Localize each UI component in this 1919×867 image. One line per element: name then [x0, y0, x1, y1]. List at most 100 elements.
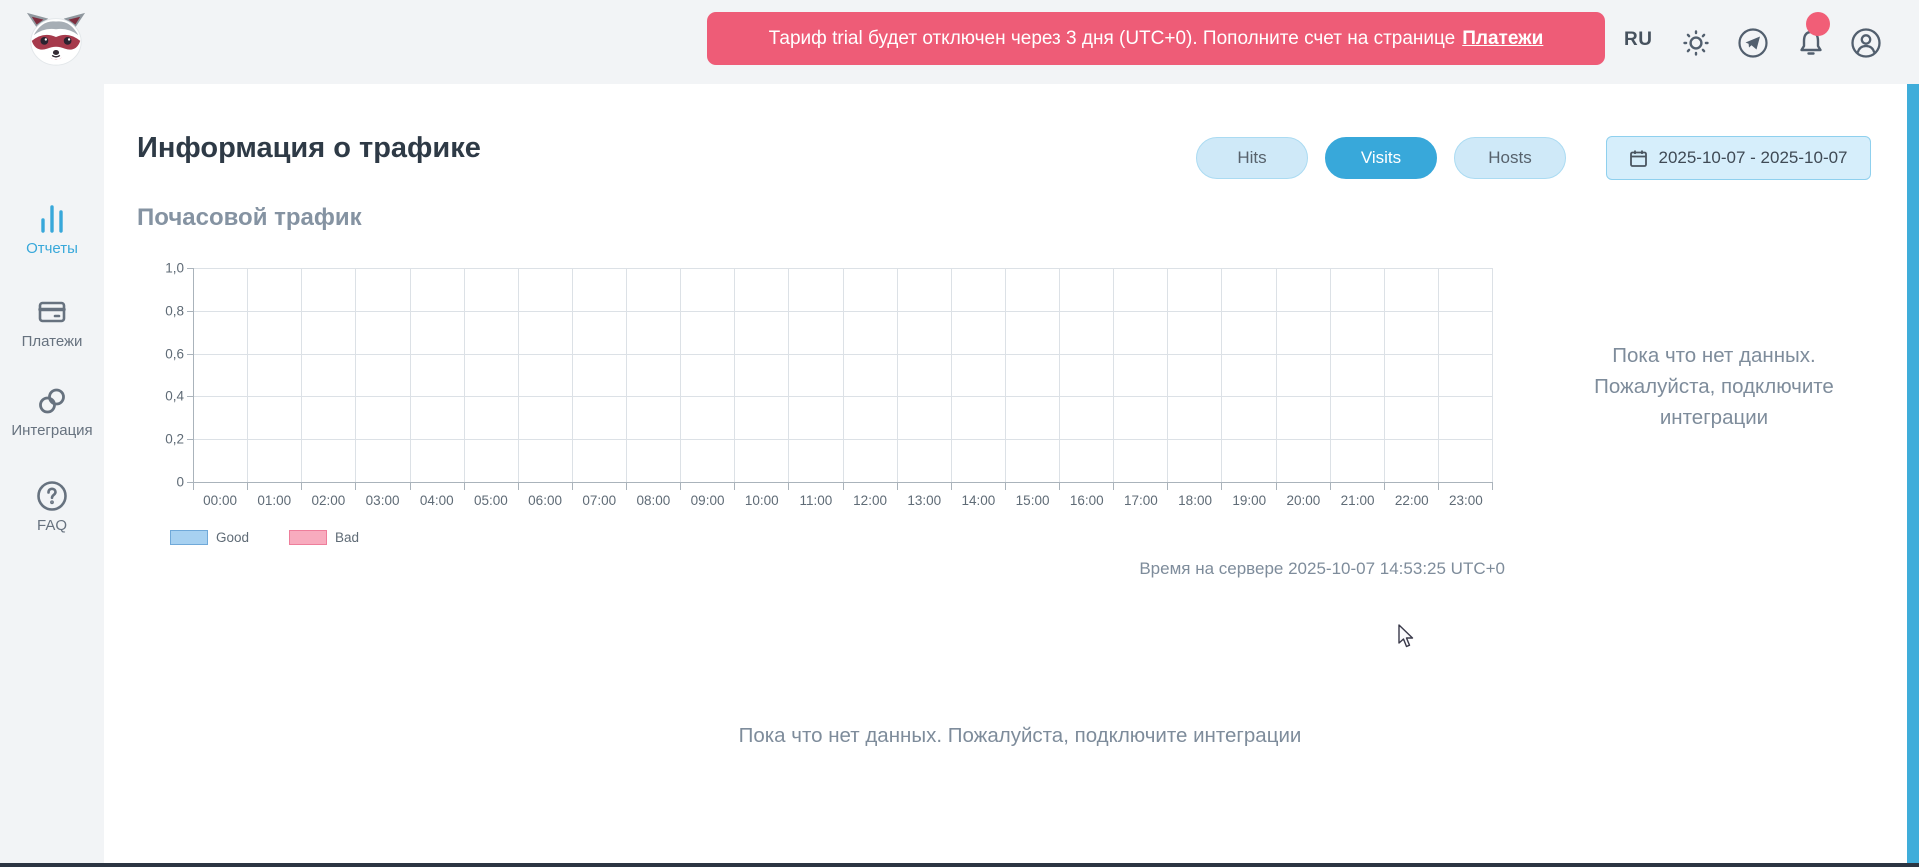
grid-cell [194, 396, 248, 439]
x-axis-tick [194, 483, 248, 490]
grid-cell [1439, 439, 1493, 482]
grid-cell [1006, 396, 1060, 439]
grid-cell [844, 439, 898, 482]
grid-cell [789, 354, 843, 397]
grid-cell [735, 268, 789, 311]
grid-cell [1168, 268, 1222, 311]
grid-cell [1114, 311, 1168, 354]
x-axis-tick [519, 483, 573, 490]
x-axis-label: 19:00 [1222, 493, 1276, 508]
question-icon [35, 479, 69, 513]
tab-visits[interactable]: Visits [1325, 137, 1437, 179]
x-axis-tick [789, 483, 843, 490]
grid-cell [519, 439, 573, 482]
sidebar-item-reports[interactable]: Отчеты [0, 202, 104, 257]
grid-cell [194, 268, 248, 311]
grid-cell [952, 354, 1006, 397]
grid-cell [1168, 354, 1222, 397]
tab-hosts[interactable]: Hosts [1454, 137, 1566, 179]
x-axis-label: 09:00 [681, 493, 735, 508]
grid-cell [1114, 268, 1168, 311]
grid-cell [1168, 439, 1222, 482]
grid-cell [411, 311, 465, 354]
profile-icon[interactable] [1848, 25, 1884, 61]
legend-item-good[interactable]: Good [170, 530, 249, 545]
grid-cell [1222, 311, 1276, 354]
grid-cell [952, 396, 1006, 439]
telegram-icon[interactable] [1735, 25, 1771, 61]
grid-cell [411, 354, 465, 397]
y-axis-tick [187, 439, 194, 440]
x-axis-label: 22:00 [1385, 493, 1439, 508]
legend-item-bad[interactable]: Bad [289, 530, 359, 545]
grid-cell [789, 311, 843, 354]
language-selector[interactable]: RU [1624, 29, 1652, 51]
x-axis-ticks [193, 483, 1493, 490]
page-title: Информация о трафике [137, 132, 481, 165]
legend-label: Good [216, 530, 249, 545]
hourly-traffic-chart: 1,00,80,60,40,20 00:0001:0002:0003:0004:… [193, 268, 1493, 483]
x-axis-label: 04:00 [410, 493, 464, 508]
theme-sun-icon[interactable] [1678, 25, 1714, 61]
main-content: Информация о трафике Hits Visits Hosts 2… [104, 84, 1907, 863]
date-range-picker[interactable]: 2025-10-07 - 2025-10-07 [1606, 136, 1871, 180]
x-axis-tick [1277, 483, 1331, 490]
tab-hits[interactable]: Hits [1196, 137, 1308, 179]
logo-raccoon-icon[interactable] [25, 9, 87, 67]
grid-cell [1385, 396, 1439, 439]
grid-cell [1277, 439, 1331, 482]
sidebar-item-label: Интеграция [0, 422, 104, 439]
x-axis-label: 03:00 [356, 493, 410, 508]
chart-title: Почасовой трафик [137, 204, 362, 232]
x-axis-label: 21:00 [1331, 493, 1385, 508]
bar-chart-icon [35, 202, 69, 236]
grid-cell [356, 268, 410, 311]
grid-cell [411, 396, 465, 439]
x-axis-label: 20:00 [1276, 493, 1330, 508]
link-icon [35, 384, 69, 418]
x-axis-tick [1006, 483, 1060, 490]
y-axis-label: 0 [176, 475, 184, 490]
legend-swatch-bad [289, 530, 327, 545]
x-axis-label: 01:00 [247, 493, 301, 508]
x-axis-tick [844, 483, 898, 490]
grid-cell [1331, 311, 1385, 354]
x-axis-label: 23:00 [1439, 493, 1493, 508]
y-axis-label: 0,8 [165, 303, 184, 318]
grid-cell [465, 311, 519, 354]
window-bottom-edge [0, 863, 1919, 867]
scrollbar[interactable] [1907, 84, 1919, 863]
grid-cell [1439, 354, 1493, 397]
x-axis-labels: 00:0001:0002:0003:0004:0005:0006:0007:00… [193, 493, 1493, 508]
sidebar-item-payments[interactable]: Платежи [0, 295, 104, 350]
grid-cell [627, 311, 681, 354]
legend-label: Bad [335, 530, 359, 545]
y-axis-label: 1,0 [165, 261, 184, 276]
x-axis-tick [411, 483, 465, 490]
grid-cell [844, 354, 898, 397]
x-axis-tick [248, 483, 302, 490]
grid-cell [1222, 396, 1276, 439]
sidebar-item-integration[interactable]: Интеграция [0, 384, 104, 439]
grid-cell [898, 268, 952, 311]
grid-cell [898, 311, 952, 354]
x-axis-tick [1331, 483, 1385, 490]
grid-cell [356, 354, 410, 397]
grid-cell [1222, 268, 1276, 311]
x-axis-label: 18:00 [1168, 493, 1222, 508]
grid-cell [1277, 354, 1331, 397]
x-axis-label: 02:00 [301, 493, 355, 508]
grid-cell [573, 268, 627, 311]
banner-payments-link[interactable]: Платежи [1462, 28, 1543, 50]
x-axis-tick [735, 483, 789, 490]
x-axis-tick [1222, 483, 1276, 490]
grid-cell [1385, 268, 1439, 311]
grid-cell [1060, 311, 1114, 354]
grid-cell [681, 439, 735, 482]
calendar-icon [1629, 149, 1648, 168]
grid-cell [248, 439, 302, 482]
sidebar-item-faq[interactable]: FAQ [0, 479, 104, 534]
y-axis-tick [187, 354, 194, 355]
grid-cell [1168, 311, 1222, 354]
x-axis-tick [1060, 483, 1114, 490]
